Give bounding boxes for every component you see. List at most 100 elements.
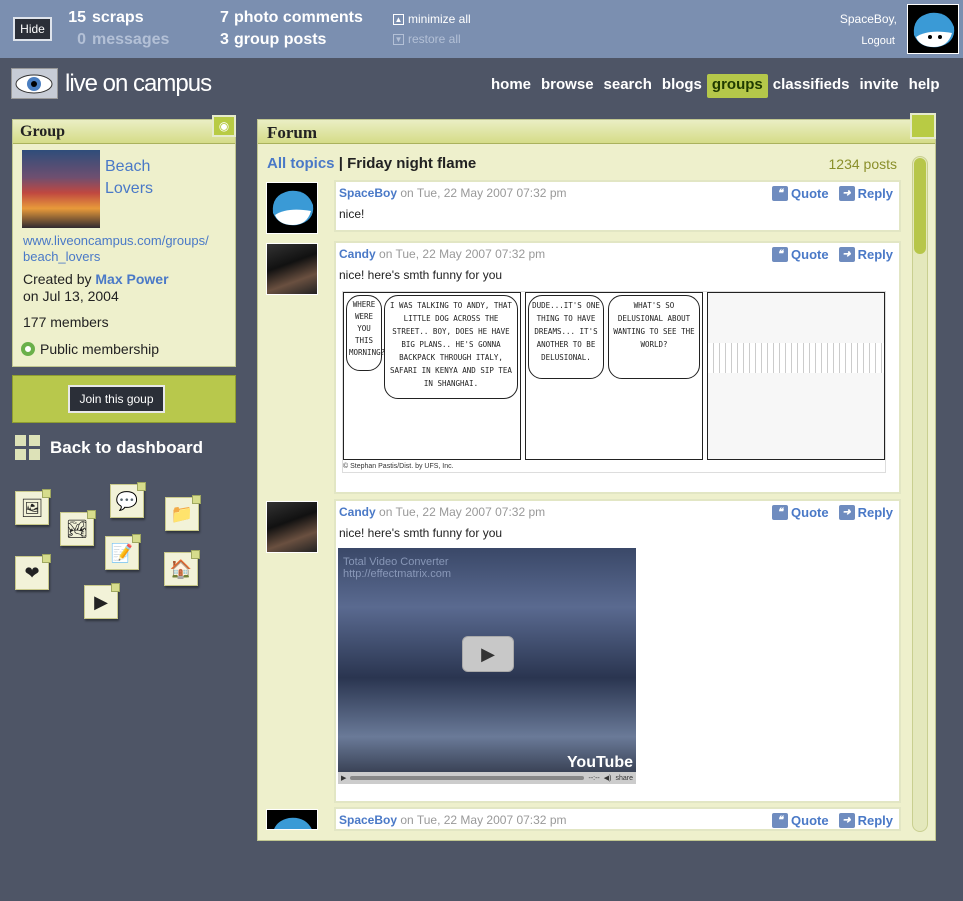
group-created-info: Created by Max Power on Jul 13, 2004 [23,271,169,305]
nav-groups[interactable]: groups [706,74,768,98]
forum-scrollbar[interactable] [912,156,928,832]
group-name-line2: Lovers [105,180,154,197]
folder-widget-icon[interactable]: 📁 [165,495,201,531]
post-date: on Tue, 22 May 2007 07:32 pm [379,505,546,519]
group-image[interactable] [22,150,100,228]
post-author-link[interactable]: SpaceBoy [339,813,397,827]
brand-logo-text[interactable]: live on campus [65,70,212,98]
notes-widget-icon[interactable]: 📝 [105,534,141,570]
main-nav: home browse search blogs groups classifi… [486,74,945,98]
post-avatar[interactable] [266,501,318,553]
play-icon[interactable]: ▶ [462,636,514,672]
reply-button[interactable]: ➜ Reply [838,505,893,520]
share-button[interactable]: share [615,775,633,782]
restore-all-button[interactable]: ▼ restore all [393,32,461,46]
reply-label: Reply [857,186,893,201]
created-by-label: Created by [23,271,92,287]
quote-button[interactable]: ❝ Quote [772,247,829,262]
public-status-icon [21,342,35,356]
group-panel-header: Group [13,120,235,144]
reply-icon: ➜ [838,813,855,828]
group-name-line1: Beach [105,158,151,175]
post-text: nice! here's smth funny for you [339,268,503,282]
dashboard-grid-icon [15,435,40,460]
nav-help[interactable]: help [904,74,945,98]
nav-invite[interactable]: invite [854,74,903,98]
quote-button[interactable]: ❝ Quote [772,505,829,520]
nav-browse[interactable]: browse [536,74,599,98]
quote-icon: ❝ [772,505,789,520]
restore-all-label: restore all [408,32,461,46]
group-name[interactable]: Beach Lovers [105,156,153,200]
creator-link[interactable]: Max Power [95,271,168,287]
reply-label: Reply [857,247,893,262]
join-group-button[interactable]: Join this goup [68,385,165,413]
quote-button[interactable]: ❝ Quote [772,813,829,828]
video-progress-bar[interactable] [350,776,585,780]
back-to-dashboard-label: Back to dashboard [50,437,204,457]
post-avatar[interactable] [266,809,318,830]
volume-icon[interactable]: ◀) [604,774,612,782]
post-author-link[interactable]: Candy [339,247,376,261]
messages-stat[interactable]: 0 messages [66,31,169,49]
heart-widget-icon[interactable]: ❤ [15,554,51,590]
group-posts-label: group posts [234,31,327,48]
post-meta: Candy on Tue, 22 May 2007 07:32 pm [339,505,545,519]
eye-toggle-icon[interactable]: ◉ [212,115,236,137]
photo-widget-icon[interactable]: 🖼 [15,489,51,525]
breadcrumb: All topics | Friday night flame [267,155,476,172]
post-meta: SpaceBoy on Tue, 22 May 2007 07:32 pm [339,813,567,827]
membership-label: Public membership [40,341,160,357]
scraps-label: scraps [92,9,144,26]
logout-link[interactable]: Logout [861,35,895,47]
forum-panel-header: Forum [258,120,935,144]
chat-widget-icon[interactable]: 💬 [110,482,146,518]
post-author-link[interactable]: SpaceBoy [339,186,397,200]
reply-icon: ➜ [838,186,855,201]
nav-blogs[interactable]: blogs [657,74,707,98]
messages-label: messages [92,31,170,48]
post-date: on Tue, 22 May 2007 07:32 pm [400,813,567,827]
comic-strip-image[interactable]: Where were you this morning? I was talki… [342,291,886,473]
group-posts-stat[interactable]: 3 group posts [220,31,326,49]
back-to-dashboard-link[interactable]: Back to dashboard [15,435,203,460]
reply-button[interactable]: ➜ Reply [838,813,893,828]
youtube-logo[interactable]: YouTube [567,754,633,772]
logo-eye-icon[interactable] [11,68,58,99]
post-avatar[interactable] [266,182,318,234]
scraps-stat[interactable]: 15 scraps [66,9,144,27]
minimize-all-button[interactable]: ▲ minimize all [393,12,471,26]
hide-button[interactable]: Hide [13,17,52,41]
reply-button[interactable]: ➜ Reply [838,247,893,262]
post-author-link[interactable]: Candy [339,505,376,519]
forum-post: Candy on Tue, 22 May 2007 07:32 pm ❝ Quot… [334,499,901,803]
video-watermark-line1: Total Video Converter [343,556,449,568]
media-widget-icon[interactable]: ▶ [84,583,120,619]
play-small-icon[interactable]: ▶ [341,774,346,782]
post-avatar[interactable] [266,243,318,295]
house-widget-icon[interactable]: 🏠 [164,550,200,586]
post-text: nice! [339,207,365,221]
comic-bubble: I was talking to Andy, that little dog a… [384,295,518,399]
nav-home[interactable]: home [486,74,536,98]
group-posts-count: 3 [220,31,229,48]
nav-search[interactable]: search [599,74,657,98]
membership-status: Public membership [21,341,159,357]
quote-button[interactable]: ❝ Quote [772,186,829,201]
group-url-link[interactable]: www.liveoncampus.com/groups/ beach_lover… [23,233,209,265]
topic-title: Friday night flame [347,155,477,172]
reply-icon: ➜ [838,505,855,520]
photo-comments-stat[interactable]: 7 photo comments [220,9,363,27]
scrollbar-thumb[interactable] [914,158,926,254]
quote-label: Quote [791,813,829,828]
post-meta: SpaceBoy on Tue, 22 May 2007 07:32 pm [339,186,567,200]
quote-icon: ❝ [772,813,789,828]
reply-button[interactable]: ➜ Reply [838,186,893,201]
gallery-widget-icon[interactable]: 🏞 [60,510,96,546]
forum-corner-toggle[interactable] [910,113,936,139]
all-topics-link[interactable]: All topics [267,155,335,172]
user-avatar[interactable] [907,4,959,54]
video-player[interactable]: Total Video Converter http://effectmatri… [338,548,636,784]
comic-credit: © Stephan Pastis/Dist. by UFS, Inc. [343,463,454,470]
nav-classifieds[interactable]: classifieds [768,74,855,98]
